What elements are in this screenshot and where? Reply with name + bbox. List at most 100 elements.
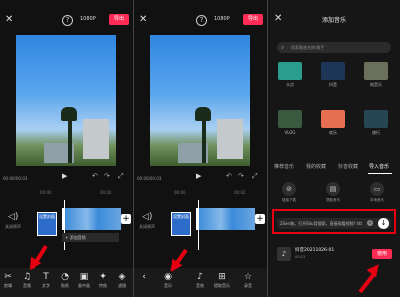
song-title: 抖音20211026-01 (295, 248, 335, 253)
tab-douyin-favorites[interactable]: 抖音收藏 (338, 163, 358, 170)
tool-label: 录音 (244, 283, 252, 288)
soundfx-icon: ♪ (197, 272, 203, 282)
fullscreen-icon[interactable]: ⤢ (252, 172, 258, 181)
tool-sticker[interactable]: ◔ 贴纸 (57, 272, 73, 289)
add-clip-button[interactable]: + (121, 214, 131, 224)
tool-effects[interactable]: ✦ 特效 (95, 272, 111, 289)
video-track-clip[interactable] (62, 208, 121, 230)
mute-icon[interactable]: ◁) (8, 212, 18, 222)
video-icon: ▤ (326, 182, 340, 196)
timeline-ruler: 00:00 00:02 (0, 190, 133, 196)
bottom-toolbar: ✂ 剪辑 ♫ 音频 T 文字 ◔ 贴纸 ▣ 画中画 ✦ 特效 ◈ 滤镜 (0, 268, 133, 297)
fullscreen-icon[interactable]: ⤢ (118, 172, 124, 181)
tool-filter[interactable]: ◈ 滤镜 (114, 272, 130, 289)
video-track-clip[interactable] (196, 208, 255, 230)
category-thumb[interactable] (321, 62, 345, 80)
back-icon: ‹ (142, 272, 146, 282)
page-title: 添加音乐 (321, 17, 346, 24)
mute-label: 关闭原声 (139, 224, 155, 229)
tab-recommended[interactable]: 推荐音乐 (274, 163, 294, 170)
help-icon[interactable]: ? (62, 15, 73, 26)
category-thumb[interactable] (364, 110, 388, 128)
export-button[interactable]: 导出 (243, 14, 263, 25)
tool-record[interactable]: ☆ 录音 (240, 272, 256, 289)
help-icon[interactable]: ? (196, 15, 207, 26)
export-button[interactable]: 导出 (109, 14, 129, 25)
undo-icon[interactable]: ↶ (92, 172, 98, 180)
extract-icon: ⊞ (218, 272, 226, 282)
option-label: 本地音乐 (370, 198, 384, 202)
search-icon: ⌕ (281, 44, 285, 51)
category-label: 旅行 (372, 130, 380, 135)
tool-back[interactable]: ‹ (136, 272, 152, 283)
song-duration: 00:13 (295, 255, 306, 259)
audio-toolbar: ‹ ◉ 音乐 ♪ 音效 ⊞ 提取音乐 ☆ 录音 (134, 268, 267, 297)
playhead[interactable] (198, 200, 199, 250)
category-label: 卡点 (286, 82, 294, 87)
category-thumb[interactable] (278, 110, 302, 128)
close-icon[interactable]: ✕ (139, 14, 147, 25)
top-bar: ✕ ? 1080P 导出 (134, 14, 267, 28)
add-clip-button[interactable]: + (255, 214, 265, 224)
redo-icon[interactable]: ↷ (238, 172, 244, 180)
tool-label: 剪辑 (4, 283, 12, 288)
tool-label: 音频 (23, 283, 31, 288)
tab-import[interactable]: 导入音乐 (369, 163, 389, 170)
tool-label: 特效 (99, 283, 107, 288)
ruler-tick: 00:00 (40, 190, 52, 195)
search-input[interactable]: 搜索歌曲名称/歌手 (277, 42, 391, 53)
tool-text[interactable]: T 文字 (38, 272, 54, 289)
category-label: VLOG (284, 130, 296, 135)
timeline-ruler: 00:00 00:02 (134, 190, 267, 196)
tool-label: 贴纸 (61, 283, 69, 288)
tab-favorites[interactable]: 我的收藏 (306, 163, 326, 170)
lamp-pole-shape (202, 113, 206, 163)
filter-icon: ◈ (118, 272, 126, 282)
option-link-download[interactable]: ⊘ 链接下载 (274, 182, 304, 203)
redo-icon[interactable]: ↷ (104, 172, 110, 180)
play-icon[interactable]: ▶ (62, 172, 67, 180)
ruler-tick: 00:02 (100, 190, 112, 195)
tool-label: 音乐 (164, 283, 172, 288)
pip-icon: ▣ (79, 272, 89, 282)
tool-extract[interactable]: ⊞ 提取音乐 (214, 272, 230, 289)
mute-icon[interactable]: ◁) (142, 212, 152, 222)
music-icon: ♫ (22, 272, 32, 282)
play-icon[interactable]: ▶ (196, 172, 201, 180)
category-label: 欢乐 (329, 130, 337, 135)
editor-panel-main: ✕ ? 1080P 导出 00:00/00:03 ▶ ↶ ↷ ⤢ 00:00 0… (0, 0, 133, 297)
tool-audio[interactable]: ♫ 音频 (19, 272, 35, 289)
category-label: 抖音 (329, 82, 337, 87)
tool-cut[interactable]: ✂ 剪辑 (0, 272, 16, 289)
add-audio-button[interactable]: + 添加音频 (62, 233, 119, 242)
category-label: 纯音乐 (370, 82, 382, 87)
douyin-icon: ♪ (277, 247, 291, 261)
resolution-select[interactable]: 1080P (214, 16, 230, 22)
timecode: 00:00/00:03 (3, 176, 28, 181)
cover-button[interactable]: 设置封面 (37, 212, 57, 236)
playback-controls: 00:00/00:03 ▶ ↶ ↷ ⤢ (134, 172, 267, 182)
use-button[interactable]: 使用 (372, 249, 392, 259)
undo-icon[interactable]: ↶ (226, 172, 232, 180)
editor-panel-audio: ✕ ? 1080P 导出 00:00/00:03 ▶ ↶ ↷ ⤢ 00:00 0… (134, 0, 267, 297)
category-thumb[interactable] (364, 62, 388, 80)
category-thumb[interactable] (321, 110, 345, 128)
tool-pip[interactable]: ▣ 画中画 (76, 272, 92, 289)
ruler-tick: 00:02 (234, 190, 246, 195)
option-label: 链接下载 (282, 198, 296, 202)
record-icon: ☆ (243, 272, 253, 282)
effects-icon: ✦ (99, 272, 107, 282)
playhead[interactable] (64, 200, 65, 250)
cover-button[interactable]: 设置封面 (171, 212, 191, 236)
option-local[interactable]: ▭ 本地音乐 (362, 182, 392, 203)
category-thumb[interactable] (278, 62, 302, 80)
folder-icon: ▭ (370, 182, 384, 196)
close-icon[interactable]: ✕ (5, 14, 13, 25)
building-shape (83, 119, 109, 159)
tool-soundfx[interactable]: ♪ 音效 (192, 272, 208, 289)
video-preview (150, 35, 250, 166)
add-music-panel: ✕ 添加音乐 搜索歌曲名称/歌手 ⌕ 卡点 抖音 纯音乐 VLOG 欢乐 旅行 … (268, 0, 400, 297)
option-extract[interactable]: ▤ 提取音乐 (318, 182, 348, 203)
resolution-select[interactable]: 1080P (80, 16, 96, 22)
mute-label: 关闭原声 (5, 224, 21, 229)
